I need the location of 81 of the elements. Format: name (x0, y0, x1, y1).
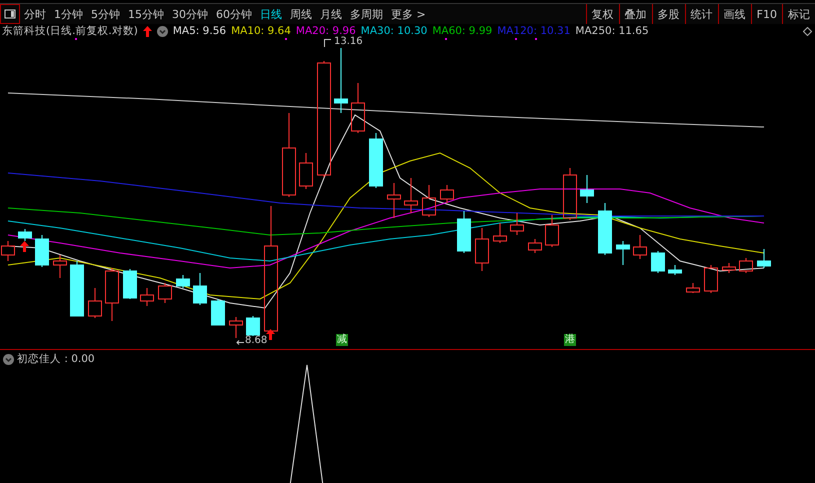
chevron-circle-icon[interactable] (156, 26, 168, 36)
moving-average-label: MA10: 9.64 (231, 25, 291, 37)
period-tab[interactable]: 60分钟 (212, 4, 256, 24)
diamond-icon[interactable] (803, 26, 812, 36)
signal-badge: 港 (564, 334, 576, 346)
candlestick (176, 274, 190, 288)
signal-badge: 减 (336, 334, 348, 346)
high-marker-icon (324, 39, 332, 47)
candlestick (18, 228, 32, 242)
moving-average-label: MA250: 11.65 (575, 25, 649, 37)
period-tab[interactable]: 更多 > (387, 4, 430, 24)
candlestick (140, 288, 154, 306)
moving-average-label: MA5: 9.56 (172, 25, 226, 37)
candlestick (598, 202, 612, 256)
candlestick (440, 184, 454, 204)
candlestick (404, 178, 418, 214)
toolbar-button[interactable]: 画线 (718, 4, 751, 24)
candlestick (475, 228, 489, 272)
candlestick (422, 184, 436, 218)
toolbar-button[interactable]: 标记 (782, 4, 815, 24)
chevron-circle-icon[interactable] (3, 354, 14, 364)
moving-average-label: MA120: 10.31 (497, 25, 570, 37)
candlestick (545, 214, 559, 248)
toolbar-button[interactable]: 统计 (684, 4, 718, 24)
period-tab[interactable]: 多周期 (346, 4, 387, 24)
candlestick (229, 316, 243, 338)
panel-toggle-icon[interactable] (0, 4, 20, 24)
candlestick (616, 240, 630, 266)
candlestick (53, 254, 67, 278)
candlestick (299, 152, 313, 190)
candlestick (757, 248, 771, 268)
candlestick (105, 268, 119, 322)
candlestick (580, 174, 594, 204)
toolbar-button[interactable]: 多股 (652, 4, 685, 24)
candlestick (211, 298, 225, 326)
candlestick (704, 264, 718, 294)
candlestick (123, 268, 137, 300)
period-tab[interactable]: 日线 (256, 4, 286, 24)
candlestick (739, 258, 753, 274)
toolbar-button[interactable]: 复权 (586, 4, 619, 24)
moving-average-label: MA20: 9.96 (296, 25, 356, 37)
period-tab[interactable]: 分时 (20, 4, 50, 24)
candlestick (457, 210, 471, 254)
candlestick (334, 48, 348, 114)
period-tab[interactable]: 5分钟 (87, 4, 124, 24)
up-arrow-icon (266, 329, 275, 340)
candlestick (528, 238, 542, 254)
period-tab[interactable]: 1分钟 (50, 4, 87, 24)
period-tab[interactable]: 周线 (286, 4, 316, 24)
candlestick (1, 240, 15, 262)
candlestick (193, 272, 207, 306)
moving-average-label: MA30: 10.30 (360, 25, 428, 37)
candlestick (387, 182, 401, 218)
stock-title: 东箭科技(日线.前复权.对数) (2, 24, 138, 38)
toolbar-button[interactable]: F10 (750, 4, 782, 24)
candlestick (722, 262, 736, 274)
candlestick (246, 316, 260, 336)
period-tab[interactable]: 15分钟 (124, 4, 168, 24)
candlestick (510, 212, 524, 236)
candlestick (158, 282, 172, 304)
toolbar-button[interactable]: 叠加 (618, 4, 652, 24)
up-arrow-icon (20, 241, 29, 252)
candlestick (563, 168, 577, 220)
candlestick (351, 82, 365, 134)
candlestick (369, 132, 383, 188)
period-tab[interactable]: 30分钟 (168, 4, 212, 24)
high-price-label: 13.16 (334, 36, 363, 47)
moving-average-label: MA60: 9.99 (432, 25, 492, 37)
candlestick (88, 288, 102, 318)
candlestick (686, 282, 700, 294)
candlestick (633, 234, 647, 260)
up-arrow-icon (142, 26, 152, 36)
candlestick (493, 222, 507, 244)
low-marker-icon (236, 340, 244, 345)
period-tab[interactable]: 月线 (316, 4, 346, 24)
candlestick (70, 260, 84, 316)
indicator-label: 初恋佳人 : 0.00 (17, 352, 95, 366)
candlestick (35, 234, 49, 268)
candlestick (668, 264, 682, 276)
candlestick (651, 250, 665, 274)
low-price-label: 8.68 (245, 335, 268, 346)
